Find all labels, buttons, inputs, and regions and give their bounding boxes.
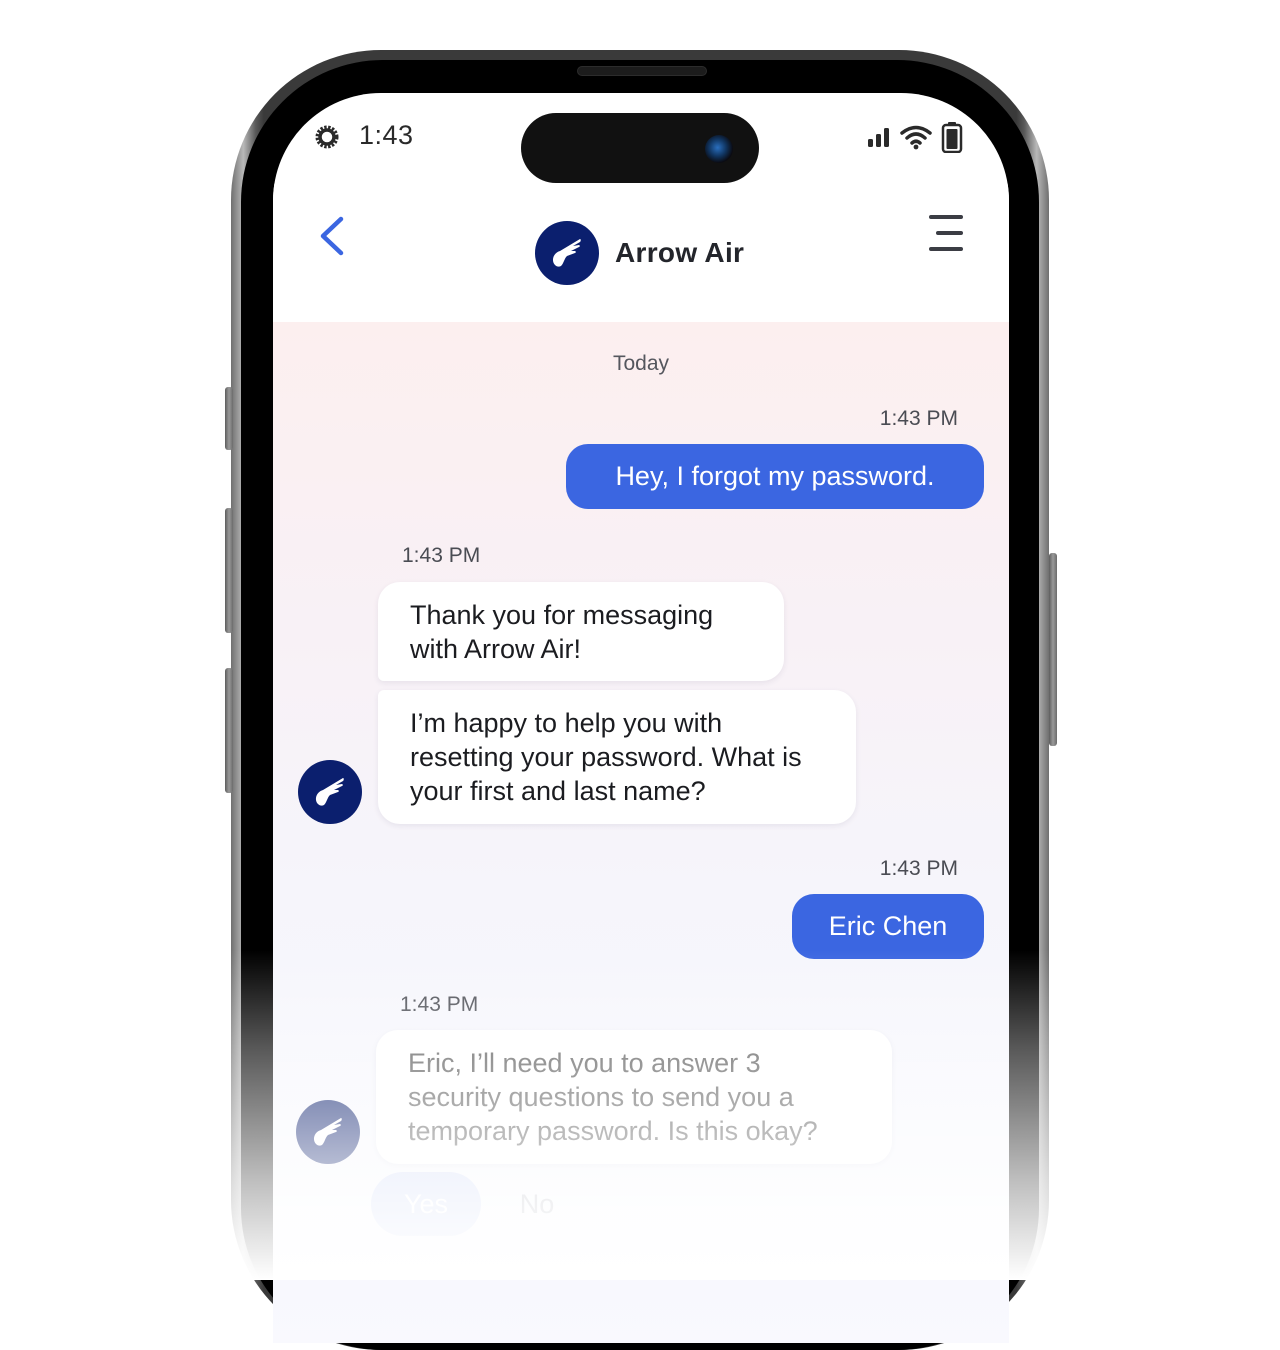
user-message-bubble: Eric Chen	[792, 894, 984, 959]
volume-down-button	[225, 668, 233, 793]
status-time: 1:43	[359, 120, 414, 150]
dynamic-island	[521, 113, 759, 183]
wing-logo-icon	[552, 239, 581, 267]
bot-message-bubble: Eric, I’ll need you to answer 3 security…	[376, 1030, 892, 1164]
message-timestamp: 1:43 PM	[879, 407, 958, 430]
day-separator: Today	[612, 352, 670, 375]
wing-logo-icon	[315, 778, 344, 806]
wifi-icon	[900, 125, 932, 150]
volume-up-button	[225, 508, 233, 633]
message-timestamp: 1:43 PM	[879, 857, 958, 880]
brand: Arrow Air	[535, 221, 744, 285]
gear-icon	[315, 125, 339, 149]
message-timestamp: 1:43 PM	[400, 993, 479, 1016]
bot-avatar	[298, 760, 362, 824]
status-bar: 1:43	[273, 93, 1009, 183]
quick-reply-yes-button[interactable]: Yes	[371, 1172, 481, 1236]
quick-reply-no-button[interactable]: No	[507, 1172, 567, 1236]
menu-button[interactable]	[925, 213, 967, 255]
bot-message-bubble: I’m happy to help you with resetting you…	[378, 690, 856, 824]
chevron-left-icon	[320, 216, 344, 256]
camera-lens-icon	[705, 135, 733, 163]
bot-message-bubble: Thank you for messaging with Arrow Air!	[378, 582, 784, 681]
phone-screen: 1:43 Arrow Air Today 1:43 PM Hey, I forg…	[273, 93, 1009, 1343]
action-button	[225, 387, 233, 450]
brand-name: Arrow Air	[615, 237, 745, 268]
brand-logo	[535, 221, 599, 285]
back-button[interactable]	[313, 211, 353, 261]
chat-thread[interactable]: Today 1:43 PM Hey, I forgot my password.…	[273, 322, 1009, 1343]
earpiece-speaker	[577, 66, 707, 76]
message-timestamp: 1:43 PM	[402, 544, 481, 567]
wing-logo-icon	[313, 1118, 342, 1146]
power-button	[1049, 553, 1057, 746]
battery-icon	[941, 122, 963, 153]
signal-icon	[868, 128, 889, 147]
bot-avatar	[296, 1100, 360, 1164]
user-message-bubble: Hey, I forgot my password.	[566, 444, 984, 509]
